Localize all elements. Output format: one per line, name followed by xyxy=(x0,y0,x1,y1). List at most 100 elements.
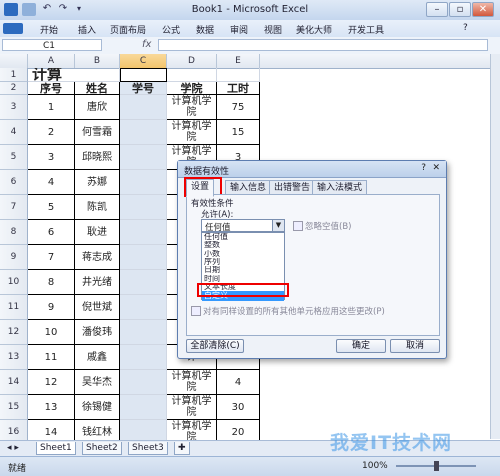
cell-c4[interactable] xyxy=(120,120,167,145)
tab-view[interactable]: 视图 xyxy=(264,23,282,36)
cell-a1[interactable]: 计算 xyxy=(28,68,120,82)
sheet-tab-2[interactable]: Sheet2 xyxy=(82,442,122,455)
allow-option[interactable]: 自定义 xyxy=(202,291,284,302)
zoom-slider-handle[interactable] xyxy=(434,461,439,471)
dialog-help-icon[interactable]: ? xyxy=(421,163,426,173)
sheet-nav-icon[interactable]: ◂ ▸ xyxy=(4,442,22,454)
cell-b2[interactable]: 姓名 xyxy=(75,82,120,95)
cell-d1[interactable] xyxy=(167,68,217,82)
allow-option[interactable]: 整数 xyxy=(202,241,284,249)
row-header[interactable]: 6 xyxy=(0,170,28,195)
cell-a12[interactable]: 10 xyxy=(28,320,75,345)
minimize-button[interactable]: – xyxy=(426,2,448,17)
cell-d3[interactable]: 计算机学院 xyxy=(167,95,217,120)
cell-a14[interactable]: 12 xyxy=(28,370,75,395)
cell-e1[interactable] xyxy=(217,68,260,82)
tab-beautify-master[interactable]: 美化大师 xyxy=(296,23,332,36)
cell-a3[interactable]: 1 xyxy=(28,95,75,120)
cell-b8[interactable]: 耿进 xyxy=(75,220,120,245)
cell-b6[interactable]: 苏娜 xyxy=(75,170,120,195)
tab-review[interactable]: 审阅 xyxy=(230,23,248,36)
select-all-corner[interactable] xyxy=(0,54,28,68)
cell-b14[interactable]: 吴华杰 xyxy=(75,370,120,395)
cell-a10[interactable]: 8 xyxy=(28,270,75,295)
tab-data[interactable]: 数据 xyxy=(196,23,214,36)
office-button-icon[interactable] xyxy=(3,23,23,34)
formula-input[interactable] xyxy=(158,39,488,51)
cell-b4[interactable]: 何雪霜 xyxy=(75,120,120,145)
cell-c13[interactable] xyxy=(120,345,167,370)
allow-option[interactable]: 日期 xyxy=(202,266,284,274)
cell-a9[interactable]: 7 xyxy=(28,245,75,270)
cell-c12[interactable] xyxy=(120,320,167,345)
row-header[interactable]: 11 xyxy=(0,295,28,320)
cell-b3[interactable]: 唐欣 xyxy=(75,95,120,120)
cell-a2[interactable]: 序号 xyxy=(28,82,75,95)
row-header[interactable]: 12 xyxy=(0,320,28,345)
cell-c7[interactable] xyxy=(120,195,167,220)
column-header-c[interactable]: C xyxy=(120,54,167,68)
cell-c15[interactable] xyxy=(120,395,167,420)
cell-a13[interactable]: 11 xyxy=(28,345,75,370)
sheet-tab-1[interactable]: Sheet1 xyxy=(36,442,76,455)
cell-d2[interactable]: 学院 xyxy=(167,82,217,95)
row-header[interactable]: 4 xyxy=(0,120,28,145)
insert-sheet-icon[interactable]: ✚ xyxy=(174,442,190,455)
cell-b13[interactable]: 戚鑫 xyxy=(75,345,120,370)
tab-insert[interactable]: 插入 xyxy=(78,23,96,36)
ignore-blank-checkbox[interactable] xyxy=(293,221,303,231)
cell-a5[interactable]: 3 xyxy=(28,145,75,170)
row-header[interactable]: 13 xyxy=(0,345,28,370)
allow-option[interactable]: 任何值 xyxy=(202,233,284,241)
close-button[interactable]: ✕ xyxy=(472,2,494,17)
tab-home[interactable]: 开始 xyxy=(40,23,58,36)
allow-option[interactable]: 时间 xyxy=(202,275,284,283)
tab-settings[interactable]: 设置 xyxy=(186,179,215,197)
row-header[interactable]: 8 xyxy=(0,220,28,245)
column-header-d[interactable]: D xyxy=(167,54,217,68)
cancel-button[interactable]: 取消 xyxy=(390,339,440,353)
allow-option[interactable]: 序列 xyxy=(202,258,284,266)
cell-b5[interactable]: 邱晓熙 xyxy=(75,145,120,170)
apply-all-checkbox[interactable] xyxy=(191,306,201,316)
tab-developer[interactable]: 开发工具 xyxy=(348,23,384,36)
tab-formulas[interactable]: 公式 xyxy=(162,23,180,36)
cell-a8[interactable]: 6 xyxy=(28,220,75,245)
insert-function-icon[interactable]: fx xyxy=(142,39,151,50)
ok-button[interactable]: 确定 xyxy=(336,339,386,353)
cell-a15[interactable]: 13 xyxy=(28,395,75,420)
vertical-scrollbar[interactable] xyxy=(490,54,500,439)
cell-c8[interactable] xyxy=(120,220,167,245)
tab-page-layout[interactable]: 页面布局 xyxy=(110,23,146,36)
allow-option[interactable]: 小数 xyxy=(202,250,284,258)
cell-c9[interactable] xyxy=(120,245,167,270)
row-header[interactable]: 10 xyxy=(0,270,28,295)
name-box[interactable]: C1 xyxy=(2,39,102,51)
column-header-b[interactable]: B xyxy=(75,54,120,68)
cell-c10[interactable] xyxy=(120,270,167,295)
cell-c14[interactable] xyxy=(120,370,167,395)
cell-a4[interactable]: 2 xyxy=(28,120,75,145)
allow-option[interactable]: 文本长度 xyxy=(202,283,284,291)
cell-a6[interactable]: 4 xyxy=(28,170,75,195)
cell-b10[interactable]: 井光绪 xyxy=(75,270,120,295)
cell-b7[interactable]: 陈凯 xyxy=(75,195,120,220)
sheet-tab-3[interactable]: Sheet3 xyxy=(128,442,168,455)
cell-d15[interactable]: 计算机学院 xyxy=(167,395,217,420)
row-header[interactable]: 14 xyxy=(0,370,28,395)
help-icon[interactable]: ? xyxy=(463,23,468,33)
cell-c2[interactable]: 学号 xyxy=(120,82,167,95)
tab-input-message[interactable]: 输入信息 xyxy=(225,180,272,195)
cell-c1[interactable] xyxy=(120,68,167,82)
cell-e15[interactable]: 30 xyxy=(217,395,260,420)
cell-e3[interactable]: 75 xyxy=(217,95,260,120)
cell-e14[interactable]: 4 xyxy=(217,370,260,395)
row-header[interactable]: 1 xyxy=(0,68,28,82)
cell-b15[interactable]: 徐锡健 xyxy=(75,395,120,420)
cell-b12[interactable]: 潘俊玮 xyxy=(75,320,120,345)
dialog-close-icon[interactable]: ✕ xyxy=(432,163,440,173)
row-header[interactable]: 5 xyxy=(0,145,28,170)
cell-d4[interactable]: 计算机学院 xyxy=(167,120,217,145)
tab-error-alert[interactable]: 出错警告 xyxy=(269,180,316,195)
cell-c6[interactable] xyxy=(120,170,167,195)
